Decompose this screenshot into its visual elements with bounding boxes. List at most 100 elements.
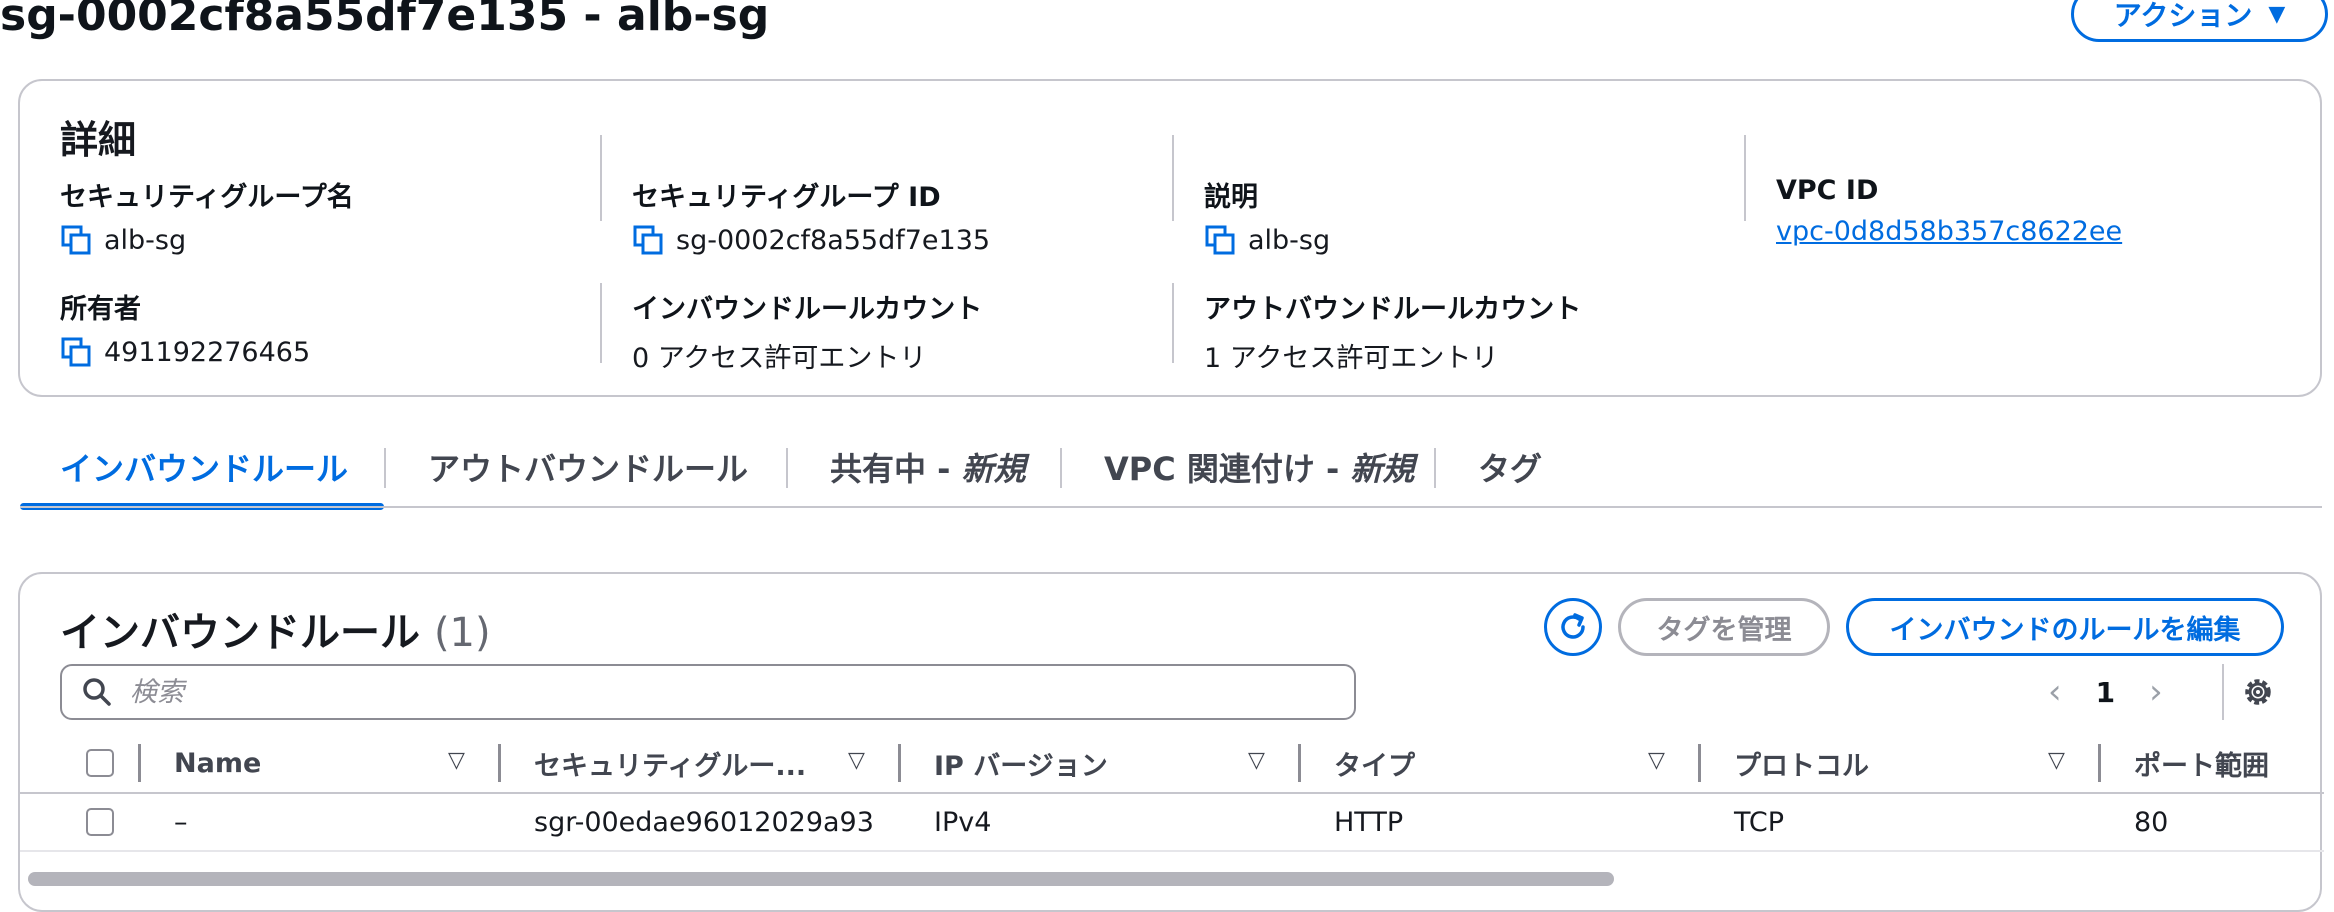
table-header: Name ▽ セキュリティグルー... ▽ IP バージョン ▽ タイプ ▽ プ… <box>20 734 2324 794</box>
tab-label: タグ <box>1478 450 1543 488</box>
field-label: 所有者 <box>60 294 141 325</box>
column-header-protocol[interactable]: プロトコル <box>1734 734 1869 792</box>
field-vpc-id: VPC ID vpc-0d8d58b357c8622ee <box>1776 175 2122 247</box>
column-header-ip-version[interactable]: IP バージョン <box>934 734 1108 792</box>
field-label: アウトバウンドルールカウント <box>1204 294 1582 325</box>
column-header-name[interactable]: Name <box>174 734 261 792</box>
row-checkbox[interactable] <box>86 808 114 836</box>
divider <box>2222 664 2224 720</box>
field-description: 説明 alb-sg <box>1204 175 1330 256</box>
column-divider <box>2098 744 2101 782</box>
tab-vpc-associations[interactable]: VPC 関連付け - 新規 <box>1104 444 1414 490</box>
cell-name: – <box>174 806 188 838</box>
tab-sharing[interactable]: 共有中 - 新規 <box>830 444 1026 490</box>
sort-icon[interactable]: ▽ <box>448 748 465 773</box>
details-panel: 詳細 セキュリティグループ名 alb-sg セキュリティグループ ID sg-0… <box>18 79 2322 397</box>
divider <box>600 283 602 363</box>
search-icon <box>83 678 111 706</box>
caret-down-icon: ▼ <box>2268 1 2286 27</box>
gear-icon[interactable] <box>2236 670 2280 714</box>
vpc-id-link[interactable]: vpc-0d8d58b357c8622ee <box>1776 216 2122 247</box>
column-divider <box>138 744 141 782</box>
search-field <box>60 664 1356 720</box>
rules-count: (1) <box>433 610 491 656</box>
select-all-cell <box>86 734 114 792</box>
tab-tags[interactable]: タグ <box>1478 444 1542 490</box>
divider <box>1172 283 1174 363</box>
cell-ip-version: IPv4 <box>934 806 992 838</box>
copy-icon[interactable] <box>632 224 664 256</box>
rules-heading-label: インバウンドルール <box>60 610 420 656</box>
field-label: VPC ID <box>1776 175 1879 206</box>
refresh-icon <box>1561 613 1585 639</box>
divider <box>600 135 602 221</box>
field-value: 0 アクセス許可エントリ <box>632 343 927 374</box>
table-row[interactable]: – sgr-00edae96012029a93 IPv4 HTTP TCP 80 <box>20 794 2324 852</box>
field-value: alb-sg <box>1248 224 1331 256</box>
copy-icon[interactable] <box>60 224 92 256</box>
tab-inbound-rules[interactable]: インバウンドルール <box>60 444 348 490</box>
actions-button-label: アクション <box>2113 0 2253 32</box>
column-header-security-group-rule[interactable]: セキュリティグルー... <box>534 734 806 792</box>
tab-separator <box>1434 448 1436 488</box>
page-title: sg-0002cf8a55df7e135 - alb-sg <box>0 0 770 41</box>
chevron-left-icon[interactable]: ‹ <box>2048 672 2062 712</box>
manage-tags-button[interactable]: タグを管理 <box>1618 598 1830 656</box>
tab-label: VPC 関連付け - <box>1104 450 1351 488</box>
cell-type: HTTP <box>1334 806 1404 838</box>
column-header-port-range[interactable]: ポート範囲 <box>2134 734 2269 792</box>
field-inbound-count: インバウンドルールカウント 0 アクセス許可エントリ <box>632 287 982 375</box>
copy-icon[interactable] <box>60 336 92 368</box>
tabs-baseline <box>20 506 2322 508</box>
field-label: インバウンドルールカウント <box>632 294 983 325</box>
field-label: 説明 <box>1204 182 1258 213</box>
tab-label: インバウンドルール <box>60 450 349 488</box>
details-heading: 詳細 <box>60 118 137 162</box>
page-number[interactable]: 1 <box>2096 676 2115 709</box>
field-value: 491192276465 <box>104 336 311 368</box>
field-value: alb-sg <box>104 224 187 256</box>
actions-button[interactable]: アクション ▼ <box>2071 0 2328 42</box>
field-label: セキュリティグループ ID <box>632 182 941 213</box>
column-divider <box>498 744 501 782</box>
field-sg-name: セキュリティグループ名 alb-sg <box>60 175 354 256</box>
search-input[interactable] <box>128 675 1312 709</box>
column-divider <box>1698 744 1701 782</box>
row-select-cell <box>86 794 114 850</box>
inbound-rules-panel: インバウンドルール (1) タグを管理 インバウンドのルールを編集 ‹ 1 › … <box>18 572 2324 912</box>
field-value: 1 アクセス許可エントリ <box>1204 343 1499 374</box>
pagination: ‹ 1 › <box>2048 670 2163 714</box>
field-owner: 所有者 491192276465 <box>60 287 310 368</box>
field-sg-id: セキュリティグループ ID sg-0002cf8a55df7e135 <box>632 175 990 256</box>
tab-separator <box>1060 448 1062 488</box>
tab-bar: インバウンドルール アウトバウンドルール 共有中 - 新規 VPC 関連付け -… <box>20 430 2322 510</box>
column-divider <box>1298 744 1301 782</box>
horizontal-scrollbar[interactable] <box>28 872 1614 886</box>
field-outbound-count: アウトバウンドルールカウント 1 アクセス許可エントリ <box>1204 287 1581 375</box>
divider <box>1172 135 1174 221</box>
copy-icon[interactable] <box>1204 224 1236 256</box>
cell-protocol: TCP <box>1734 806 1785 838</box>
field-value: sg-0002cf8a55df7e135 <box>676 224 991 256</box>
tab-separator <box>384 448 386 488</box>
sort-icon[interactable]: ▽ <box>2048 748 2065 773</box>
column-divider <box>898 744 901 782</box>
chevron-right-icon[interactable]: › <box>2149 672 2163 712</box>
edit-inbound-rules-button[interactable]: インバウンドのルールを編集 <box>1846 598 2284 656</box>
tab-outbound-rules[interactable]: アウトバウンドルール <box>428 444 748 490</box>
refresh-button[interactable] <box>1544 598 1602 656</box>
rules-heading: インバウンドルール (1) <box>60 600 491 658</box>
select-all-checkbox[interactable] <box>86 749 114 777</box>
sort-icon[interactable]: ▽ <box>1248 748 1265 773</box>
tab-separator <box>786 448 788 488</box>
sort-icon[interactable]: ▽ <box>1648 748 1665 773</box>
column-header-type[interactable]: タイプ <box>1334 734 1415 792</box>
field-label: セキュリティグループ名 <box>60 182 354 213</box>
cell-port-range: 80 <box>2134 806 2169 838</box>
divider <box>1744 135 1746 221</box>
new-badge: 新規 <box>961 450 1026 488</box>
tab-label: アウトバウンドルール <box>428 450 749 488</box>
new-badge: 新規 <box>1350 450 1415 488</box>
sort-icon[interactable]: ▽ <box>848 748 865 773</box>
cell-security-group-rule-id: sgr-00edae96012029a93 <box>534 806 874 838</box>
